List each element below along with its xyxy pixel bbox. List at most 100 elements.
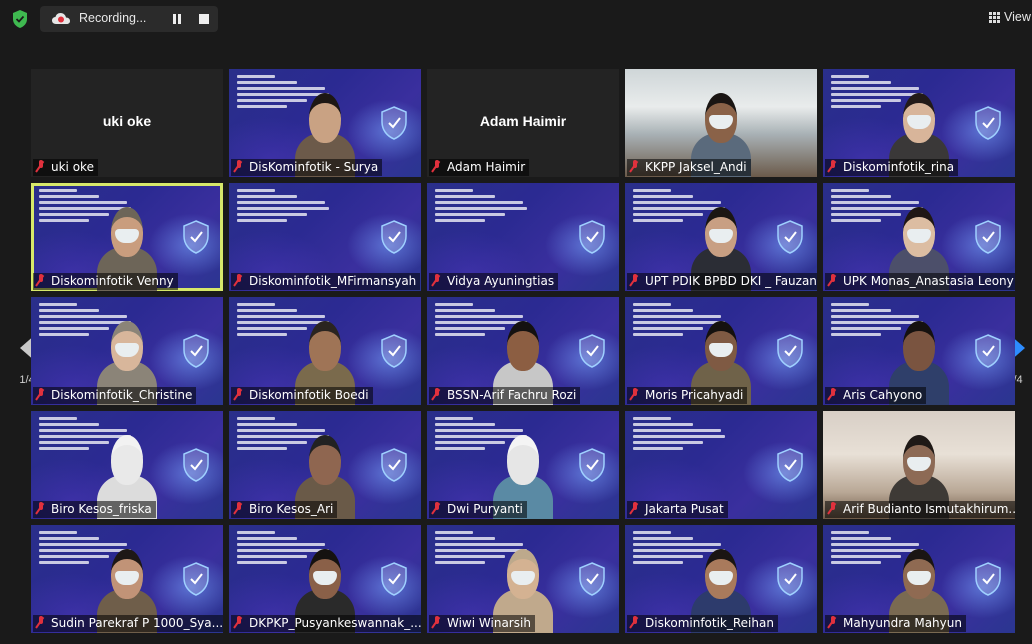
- shield-graphic-icon: [777, 334, 803, 368]
- webinar-banner-graphic: [237, 189, 337, 225]
- muted-mic-icon: [36, 388, 46, 401]
- stop-recording-button[interactable]: [199, 14, 209, 24]
- participant-name-label: BSSN-Arif Fachru Rozi: [429, 387, 581, 404]
- participant-tile[interactable]: Mahyundra Mahyun: [823, 525, 1015, 633]
- recording-label: Recording...: [79, 11, 147, 25]
- participant-tile[interactable]: Diskominfotik Boedi: [229, 297, 421, 405]
- participant-name-label: Diskominfotik_Christine: [33, 387, 197, 404]
- muted-mic-icon: [234, 502, 244, 515]
- participant-name: Biro Kesos_friska: [51, 502, 152, 516]
- participant-name-label: Wiwi Winarsih: [429, 615, 535, 632]
- participant-name-label: uki oke: [33, 159, 98, 176]
- security-shield-icon[interactable]: [11, 9, 29, 29]
- participant-tile[interactable]: DisKominfotik - Surya: [229, 69, 421, 177]
- view-label: View: [1004, 10, 1031, 24]
- participant-name: Sudin Parekraf P 1000_Sya...: [51, 616, 223, 630]
- shield-graphic-icon: [381, 334, 407, 368]
- participant-name: Jakarta Pusat: [645, 502, 724, 516]
- muted-mic-icon: [630, 160, 640, 173]
- participant-tile[interactable]: Biro Kesos_friska: [31, 411, 223, 519]
- participant-tile[interactable]: Diskominfotik_Christine: [31, 297, 223, 405]
- participant-tile[interactable]: UPK Monas_Anastasia Leony: [823, 183, 1015, 291]
- participant-tile[interactable]: Diskominfotik_Reihan: [625, 525, 817, 633]
- muted-mic-icon: [630, 502, 640, 515]
- participant-tile[interactable]: Adam Haimir Adam Haimir: [427, 69, 619, 177]
- participant-name: Diskominfotik_MFirmansyah: [249, 274, 417, 288]
- muted-mic-icon: [234, 388, 244, 401]
- muted-mic-icon: [36, 502, 46, 515]
- muted-mic-icon: [630, 388, 640, 401]
- participant-tile[interactable]: Diskominfotik Venny: [31, 183, 223, 291]
- participant-name-label: Moris Pricahyadi: [627, 387, 748, 404]
- participant-tile[interactable]: Biro Kesos_Ari: [229, 411, 421, 519]
- muted-mic-icon: [828, 160, 838, 173]
- shield-graphic-icon: [975, 106, 1001, 140]
- participant-name-label: Diskominfotik_rina: [825, 159, 959, 176]
- shield-graphic-icon: [579, 448, 605, 482]
- participant-tile[interactable]: Moris Pricahyadi: [625, 297, 817, 405]
- shield-graphic-icon: [381, 562, 407, 596]
- participant-name: Diskominfotik Venny: [51, 274, 174, 288]
- participant-name: Moris Pricahyadi: [645, 388, 744, 402]
- participant-name-label: UPK Monas_Anastasia Leony: [825, 273, 1015, 290]
- webinar-banner-graphic: [435, 189, 535, 225]
- participant-tile[interactable]: Sudin Parekraf P 1000_Sya...: [31, 525, 223, 633]
- muted-mic-icon: [234, 160, 244, 173]
- shield-graphic-icon: [777, 220, 803, 254]
- participant-name: Dwi Puryanti: [447, 502, 523, 516]
- participant-name-label: Diskominfotik_Reihan: [627, 615, 778, 632]
- muted-mic-icon: [432, 160, 442, 173]
- participant-tile[interactable]: uki oke uki oke: [31, 69, 223, 177]
- shield-graphic-icon: [579, 562, 605, 596]
- muted-mic-icon: [36, 274, 46, 287]
- participant-name: DKPKP_Pusyankeswannak_...: [249, 616, 421, 630]
- muted-mic-icon: [828, 616, 838, 629]
- participant-display-name: uki oke: [102, 113, 152, 129]
- participant-name-label: Aris Cahyono: [825, 387, 927, 404]
- muted-mic-icon: [630, 616, 640, 629]
- participant-name: Diskominfotik Boedi: [249, 388, 369, 402]
- muted-mic-icon: [630, 274, 640, 287]
- participant-name: Aris Cahyono: [843, 388, 923, 402]
- webinar-banner-graphic: [633, 417, 733, 453]
- participant-name-label: Biro Kesos_Ari: [231, 501, 338, 518]
- muted-mic-icon: [432, 388, 442, 401]
- participant-name: Arif Budianto Ismutakhirum...: [843, 502, 1015, 516]
- pause-recording-button[interactable]: [170, 13, 184, 25]
- participant-tile[interactable]: Vidya Ayuningtias: [427, 183, 619, 291]
- participant-tile[interactable]: BSSN-Arif Fachru Rozi: [427, 297, 619, 405]
- participant-name: uki oke: [51, 160, 94, 174]
- participant-tile[interactable]: Diskominfotik_rina: [823, 69, 1015, 177]
- participant-name-label: Diskominfotik_MFirmansyah: [231, 273, 421, 290]
- shield-graphic-icon: [183, 334, 209, 368]
- participant-tile[interactable]: Arif Budianto Ismutakhirum...: [823, 411, 1015, 519]
- participant-tile[interactable]: KKPP Jaksel_Andi: [625, 69, 817, 177]
- participant-name: Adam Haimir: [447, 160, 526, 174]
- participant-name-label: Mahyundra Mahyun: [825, 615, 966, 632]
- muted-mic-icon: [432, 274, 442, 287]
- participant-tile[interactable]: Dwi Puryanti: [427, 411, 619, 519]
- participant-tile[interactable]: Aris Cahyono: [823, 297, 1015, 405]
- participant-name-label: Arif Budianto Ismutakhirum...: [825, 501, 1015, 518]
- muted-mic-icon: [234, 274, 244, 287]
- participant-name-label: Vidya Ayuningtias: [429, 273, 559, 290]
- participant-tile[interactable]: Diskominfotik_MFirmansyah: [229, 183, 421, 291]
- participant-tile[interactable]: Wiwi Winarsih: [427, 525, 619, 633]
- participant-tile[interactable]: Jakarta Pusat: [625, 411, 817, 519]
- shield-graphic-icon: [183, 448, 209, 482]
- participant-tile[interactable]: UPT PDIK BPBD DKI _ Fauzan: [625, 183, 817, 291]
- muted-mic-icon: [828, 502, 838, 515]
- shield-graphic-icon: [381, 448, 407, 482]
- participant-tile[interactable]: DKPKP_Pusyankeswannak_...: [229, 525, 421, 633]
- participant-name: Biro Kesos_Ari: [249, 502, 334, 516]
- participant-name: UPT PDIK BPBD DKI _ Fauzan: [645, 274, 817, 288]
- shield-graphic-icon: [381, 220, 407, 254]
- participant-name: Vidya Ayuningtias: [447, 274, 555, 288]
- participant-name-label: DisKominfotik - Surya: [231, 159, 383, 176]
- muted-mic-icon: [36, 160, 46, 173]
- participant-name-label: Biro Kesos_friska: [33, 501, 156, 518]
- shield-graphic-icon: [183, 220, 209, 254]
- shield-graphic-icon: [579, 220, 605, 254]
- muted-mic-icon: [828, 274, 838, 287]
- participant-name: Diskominfotik_Christine: [51, 388, 193, 402]
